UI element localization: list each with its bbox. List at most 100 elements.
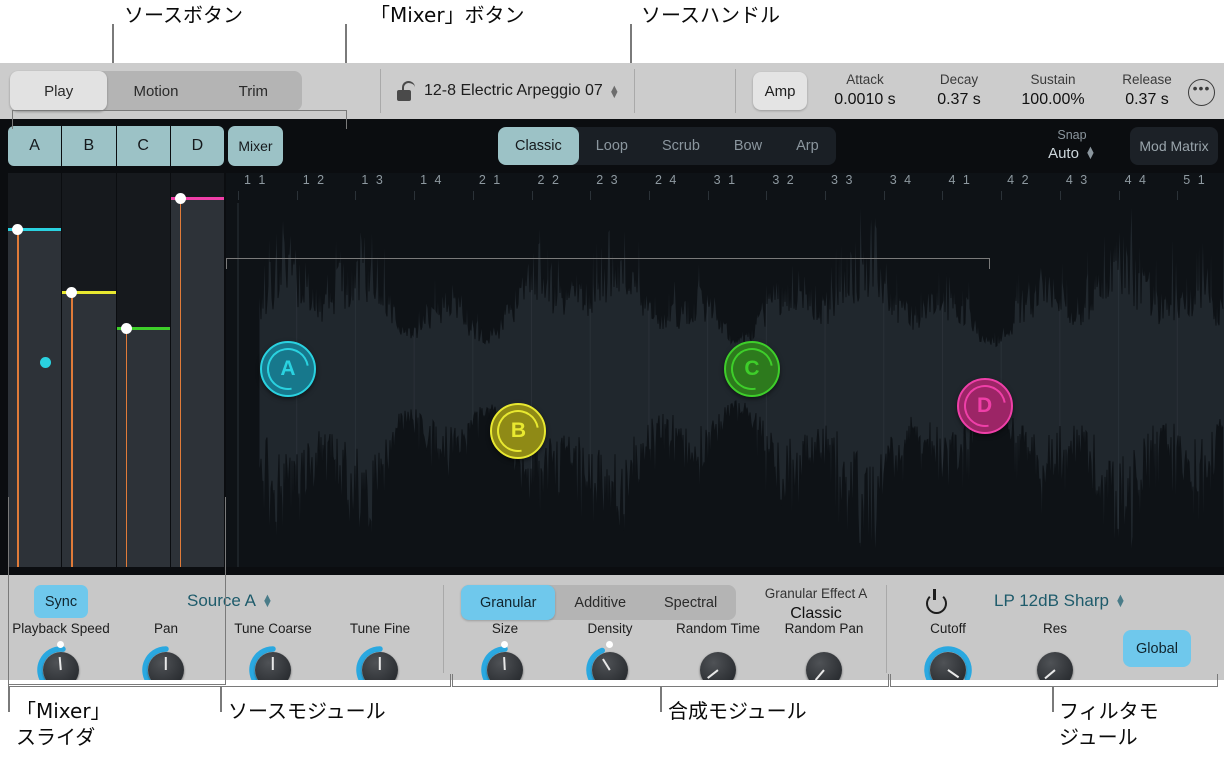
- ruler-tick: 3 1: [713, 173, 738, 187]
- envelope-attack-value[interactable]: 0.0010 s: [818, 89, 912, 111]
- knob-pointer: [503, 656, 506, 671]
- filter-type-select[interactable]: LP 12dB Sharp ▲ ▼: [965, 591, 1155, 611]
- bracket-source-buttons: [12, 110, 347, 129]
- toolbar-divider-right: [634, 69, 635, 113]
- source-button-b[interactable]: B: [62, 126, 117, 166]
- snap-control[interactable]: Snap Auto ▲ ▼: [1032, 127, 1112, 164]
- knob-label: Tune Fine: [349, 621, 411, 636]
- mixer-slider-handle[interactable]: [174, 192, 186, 204]
- source-buttons[interactable]: A B C D: [8, 126, 224, 166]
- knob-modulation-handle[interactable]: [606, 641, 613, 648]
- play-mode-scrub[interactable]: Scrub: [645, 127, 717, 165]
- bracket-source-module: [8, 674, 451, 687]
- envelope-release-value[interactable]: 0.37 s: [1100, 89, 1194, 111]
- panel-divider-1: [443, 585, 444, 673]
- power-icon[interactable]: [926, 589, 947, 614]
- source-handle-a[interactable]: A: [258, 340, 318, 399]
- timeline-ruler[interactable]: 1 1 1 2 1 3 1 4 2 1 2 2 2 3 2 4 3 1 3 2 3 3 3 4 4 1 4…: [226, 173, 1224, 203]
- leader-line-source-button: [112, 24, 114, 63]
- ruler-tick: 4 1: [948, 173, 972, 187]
- play-mode-segmented-control[interactable]: Classic Loop Scrub Bow Arp: [498, 127, 836, 165]
- envelope-attack[interactable]: Attack 0.0010 s: [818, 71, 912, 111]
- ruler-tick: 1 1: [244, 173, 268, 187]
- envelope-release[interactable]: Release 0.37 s: [1100, 71, 1194, 111]
- source-button-c[interactable]: C: [116, 126, 171, 166]
- knob-label: Density: [587, 621, 633, 636]
- envelope-sustain[interactable]: Sustain 100.00%: [1006, 71, 1100, 111]
- view-mode-segmented-control[interactable]: Play Motion Trim: [10, 71, 302, 111]
- annotation-filter-module: フィルタモ ジュール: [1059, 699, 1159, 749]
- ruler-tick: 3 4: [889, 173, 914, 187]
- annotation-source-button: ソースボタン: [124, 3, 243, 27]
- play-mode-classic[interactable]: Classic: [498, 127, 579, 165]
- leader-line-mixer-slider: [8, 686, 10, 712]
- knob-pointer: [602, 658, 611, 671]
- ruler-tickmark: [707, 191, 709, 200]
- source-button-d[interactable]: D: [170, 126, 224, 166]
- envelope-decay[interactable]: Decay 0.37 s: [912, 71, 1006, 111]
- snap-stepper-icon[interactable]: ▲ ▼: [1085, 145, 1096, 162]
- ruler-tick: 3 2: [772, 173, 796, 187]
- knob-label: Res: [1042, 621, 1067, 636]
- granular-effect-display[interactable]: Granular Effect A Classic: [745, 584, 887, 624]
- more-options-icon[interactable]: •••: [1188, 79, 1215, 106]
- toolbar-divider-amp: [735, 69, 736, 113]
- global-button[interactable]: Global: [1123, 630, 1191, 667]
- leader-line-filter-module: [1052, 686, 1054, 712]
- knob-pointer: [379, 657, 381, 670]
- ruler-tick: 3 3: [831, 173, 855, 187]
- envelope-sustain-label: Sustain: [1030, 72, 1076, 87]
- toolbar-divider-left: [380, 69, 381, 113]
- ruler-tickmark: [296, 191, 298, 200]
- amp-button[interactable]: Amp: [753, 72, 807, 110]
- tab-motion[interactable]: Motion: [107, 71, 204, 111]
- knob-modulation-handle[interactable]: [501, 641, 508, 648]
- ruler-tick: 5 1: [1183, 173, 1207, 187]
- envelope-sustain-value[interactable]: 100.00%: [1006, 89, 1100, 111]
- preset-name[interactable]: 12-8 Electric Arpeggio 07: [424, 82, 603, 100]
- snap-value[interactable]: Auto ▲ ▼: [1032, 144, 1112, 164]
- ruler-tickmark: [414, 191, 416, 200]
- ruler-tickmark: [648, 191, 650, 200]
- ruler-tick: 2 3: [596, 173, 620, 187]
- ruler-tickmark: [531, 191, 533, 200]
- play-mode-bow[interactable]: Bow: [717, 127, 779, 165]
- source-select-stepper-icon[interactable]: ▲ ▼: [262, 593, 273, 610]
- envelope-decay-value[interactable]: 0.37 s: [912, 89, 1006, 111]
- tab-play[interactable]: Play: [10, 71, 108, 111]
- knob-label: Cutoff: [930, 621, 966, 636]
- annotation-source-handle: ソースハンドル: [641, 3, 780, 27]
- source-handle-c[interactable]: C: [722, 340, 782, 399]
- play-mode-loop[interactable]: Loop: [579, 127, 645, 165]
- ruler-tick: 2 2: [537, 173, 561, 187]
- snap-value-text: Auto: [1048, 145, 1079, 162]
- leader-line-source-module: [220, 686, 222, 712]
- ruler-tick: 2 4: [654, 173, 679, 187]
- engine-additive[interactable]: Additive: [555, 585, 645, 620]
- bracket-filter-module: [890, 674, 1218, 687]
- mod-matrix-button[interactable]: Mod Matrix: [1130, 127, 1218, 165]
- source-button-a[interactable]: A: [8, 126, 63, 166]
- play-mode-arp[interactable]: Arp: [779, 127, 836, 165]
- engine-spectral[interactable]: Spectral: [645, 585, 736, 620]
- ruler-tickmark: [238, 191, 239, 200]
- preset-area[interactable]: 12-8 Electric Arpeggio 07 ▲ ▼: [395, 63, 620, 119]
- envelope-decay-label: Decay: [939, 72, 979, 87]
- ruler-tickmark: [472, 191, 474, 200]
- synth-engine-segmented-control[interactable]: Granular Additive Spectral: [461, 585, 737, 620]
- annotation-source-module: ソースモジュール: [228, 699, 386, 723]
- mixer-slider-handle[interactable]: [120, 322, 132, 334]
- knob-label: Random Time: [675, 621, 761, 636]
- tab-trim[interactable]: Trim: [205, 71, 302, 111]
- ruler-tickmark: [1059, 191, 1061, 200]
- annotation-mixer-slider: 「Mixer」 スライダ: [16, 699, 111, 749]
- waveform-area[interactable]: 1 1 1 2 1 3 1 4 2 1 2 2 2 3 2 4 3 1 3 2 3 3 3 4 4 1 4…: [226, 173, 1224, 567]
- preset-stepper-icon[interactable]: ▲ ▼: [609, 84, 620, 101]
- engine-granular[interactable]: Granular: [461, 585, 556, 620]
- ruler-tick: 2 1: [478, 173, 503, 187]
- leader-line-synth-module: [660, 686, 662, 712]
- source-handle-d[interactable]: D: [955, 376, 1014, 435]
- unlocked-padlock-icon[interactable]: [395, 81, 415, 101]
- mixer-button[interactable]: Mixer: [228, 126, 283, 166]
- filter-stepper-icon[interactable]: ▲ ▼: [1115, 593, 1126, 610]
